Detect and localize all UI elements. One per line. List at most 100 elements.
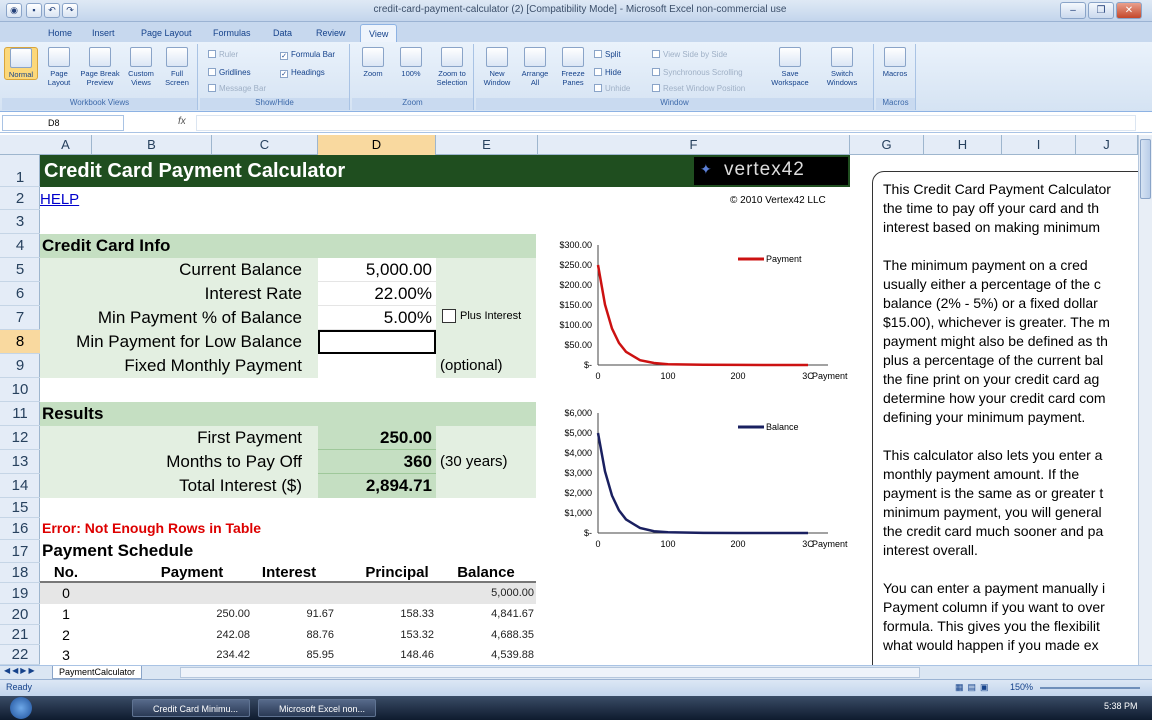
undo-icon[interactable]: ↶: [44, 3, 60, 18]
row-header[interactable]: 19: [0, 583, 40, 604]
row-header[interactable]: 2: [0, 187, 40, 210]
page-break-preview-button[interactable]: Page Break Preview: [80, 47, 120, 87]
tab-data[interactable]: Data: [265, 24, 300, 42]
zoom-button[interactable]: Zoom: [356, 47, 390, 78]
hide-button[interactable]: Hide: [594, 68, 621, 77]
row-header[interactable]: 4: [0, 234, 40, 258]
row-header[interactable]: 15: [0, 498, 40, 518]
taskbar-item-excel[interactable]: Microsoft Excel non...: [258, 699, 376, 717]
row-header[interactable]: 12: [0, 426, 40, 450]
min-payment-pct-input[interactable]: 5.00%: [318, 306, 436, 330]
total-interest-value[interactable]: 2,894.71: [318, 474, 436, 498]
col-header-g[interactable]: G: [850, 135, 924, 155]
office-button-icon[interactable]: ◉: [6, 3, 22, 18]
horizontal-scrollbar[interactable]: [180, 667, 920, 678]
save-icon[interactable]: ▪: [26, 3, 42, 18]
maximize-button[interactable]: ❐: [1088, 2, 1114, 19]
help-link[interactable]: HELP: [40, 191, 79, 208]
row-header[interactable]: 14: [0, 474, 40, 498]
min-payment-low-balance-input[interactable]: [318, 330, 436, 354]
save-workspace-button[interactable]: Save Workspace: [770, 47, 810, 87]
worksheet[interactable]: Credit Card Payment Calculator ✦ vertex4…: [40, 155, 1138, 665]
tab-formulas[interactable]: Formulas: [205, 24, 259, 42]
row-header[interactable]: 10: [0, 378, 40, 402]
headings-checkbox[interactable]: ✓ Headings: [280, 68, 325, 78]
interest-rate-input[interactable]: 22.00%: [318, 282, 436, 306]
sheet-nav-arrows-icon[interactable]: ◀◀▶▶: [4, 666, 37, 675]
row-header[interactable]: 20: [0, 604, 40, 625]
col-header-h[interactable]: H: [924, 135, 1002, 155]
view-mode-icons[interactable]: ▦▤▣: [955, 682, 993, 693]
side-by-side-button[interactable]: View Side by Side: [652, 50, 727, 59]
gridlines-checkbox[interactable]: Gridlines: [208, 68, 251, 77]
zoom-100-button[interactable]: 100%: [394, 47, 428, 78]
col-header-c[interactable]: C: [212, 135, 318, 155]
col-header-i[interactable]: I: [1002, 135, 1076, 155]
sheet-tab-payment-calculator[interactable]: PaymentCalculator: [52, 666, 143, 679]
tab-view[interactable]: View: [360, 24, 398, 42]
first-payment-value[interactable]: 250.00: [318, 426, 436, 450]
balance-chart[interactable]: $- $1,000 $2,000 $3,000 $4,000 $5,000 $6,000 0 1…: [540, 403, 850, 563]
table-row[interactable]: 2 242.08 88.76 153.32 4,688.35: [40, 625, 536, 645]
tab-insert[interactable]: Insert: [84, 24, 123, 42]
row-header[interactable]: 22: [0, 645, 40, 665]
zoom-level[interactable]: 150%: [1010, 682, 1033, 692]
col-header-d[interactable]: D: [318, 135, 436, 155]
name-box[interactable]: D8: [2, 115, 124, 131]
col-header-a[interactable]: A: [40, 135, 92, 155]
normal-view-button[interactable]: Normal: [4, 47, 38, 80]
minimize-button[interactable]: –: [1060, 2, 1086, 19]
row-header[interactable]: 9: [0, 354, 40, 378]
vertex42-logo[interactable]: ✦ vertex42: [694, 157, 848, 185]
macros-button[interactable]: Macros: [878, 47, 912, 78]
unhide-button[interactable]: Unhide: [594, 84, 630, 93]
tab-review[interactable]: Review: [308, 24, 354, 42]
sync-scroll-button[interactable]: Synchronous Scrolling: [652, 68, 743, 77]
plus-interest-checkbox[interactable]: [442, 309, 456, 323]
formula-input[interactable]: [196, 115, 1136, 131]
row-header-selected[interactable]: 8: [0, 330, 40, 354]
row-header[interactable]: 13: [0, 450, 40, 474]
scrollbar-thumb[interactable]: [1140, 139, 1151, 199]
col-header-b[interactable]: B: [92, 135, 212, 155]
payment-chart[interactable]: $- $50.00 $100.00 $150.00 $200.00 $250.00 $300…: [540, 235, 850, 395]
instructions-textbox[interactable]: This Credit Card Payment Calculator the …: [872, 171, 1138, 665]
row-header[interactable]: 6: [0, 282, 40, 306]
taskbar-item-browser[interactable]: Credit Card Minimu...: [132, 699, 250, 717]
vertical-scrollbar[interactable]: [1138, 135, 1152, 665]
fixed-monthly-payment-input[interactable]: [318, 354, 436, 378]
col-header-e[interactable]: E: [436, 135, 538, 155]
row-header[interactable]: 16: [0, 518, 40, 540]
switch-windows-button[interactable]: Switch Windows: [820, 47, 864, 87]
col-header-j[interactable]: J: [1076, 135, 1138, 155]
current-balance-input[interactable]: 5,000.00: [318, 258, 436, 282]
col-header-f[interactable]: F: [538, 135, 850, 155]
new-window-button[interactable]: New Window: [480, 47, 514, 87]
row-header[interactable]: 17: [0, 540, 40, 563]
redo-icon[interactable]: ↷: [62, 3, 78, 18]
row-header[interactable]: 1: [0, 155, 40, 187]
tab-page-layout[interactable]: Page Layout: [133, 24, 200, 42]
arrange-all-button[interactable]: Arrange All: [518, 47, 552, 87]
split-button[interactable]: Split: [594, 50, 621, 59]
start-button-icon[interactable]: [10, 697, 32, 719]
row-header[interactable]: 5: [0, 258, 40, 282]
table-row[interactable]: 0 5,000.00: [40, 583, 536, 604]
row-header[interactable]: 21: [0, 625, 40, 645]
row-header[interactable]: 11: [0, 402, 40, 426]
table-row[interactable]: 3 234.42 85.95 148.46 4,539.88: [40, 645, 536, 665]
fx-icon[interactable]: fx: [178, 116, 186, 127]
tab-home[interactable]: Home: [40, 24, 80, 42]
close-button[interactable]: ✕: [1116, 2, 1142, 19]
message-bar-checkbox[interactable]: Message Bar: [208, 84, 266, 93]
ruler-checkbox[interactable]: Ruler: [208, 50, 238, 59]
reset-window-button[interactable]: Reset Window Position: [652, 84, 745, 93]
formula-bar-checkbox[interactable]: ✓ Formula Bar: [280, 50, 335, 60]
page-layout-view-button[interactable]: Page Layout: [42, 47, 76, 87]
freeze-panes-button[interactable]: Freeze Panes: [556, 47, 590, 87]
custom-views-button[interactable]: Custom Views: [124, 47, 158, 87]
full-screen-button[interactable]: Full Screen: [160, 47, 194, 87]
months-to-payoff-value[interactable]: 360: [318, 450, 436, 474]
row-header[interactable]: 18: [0, 563, 40, 583]
table-row[interactable]: 1 250.00 91.67 158.33 4,841.67: [40, 604, 536, 625]
